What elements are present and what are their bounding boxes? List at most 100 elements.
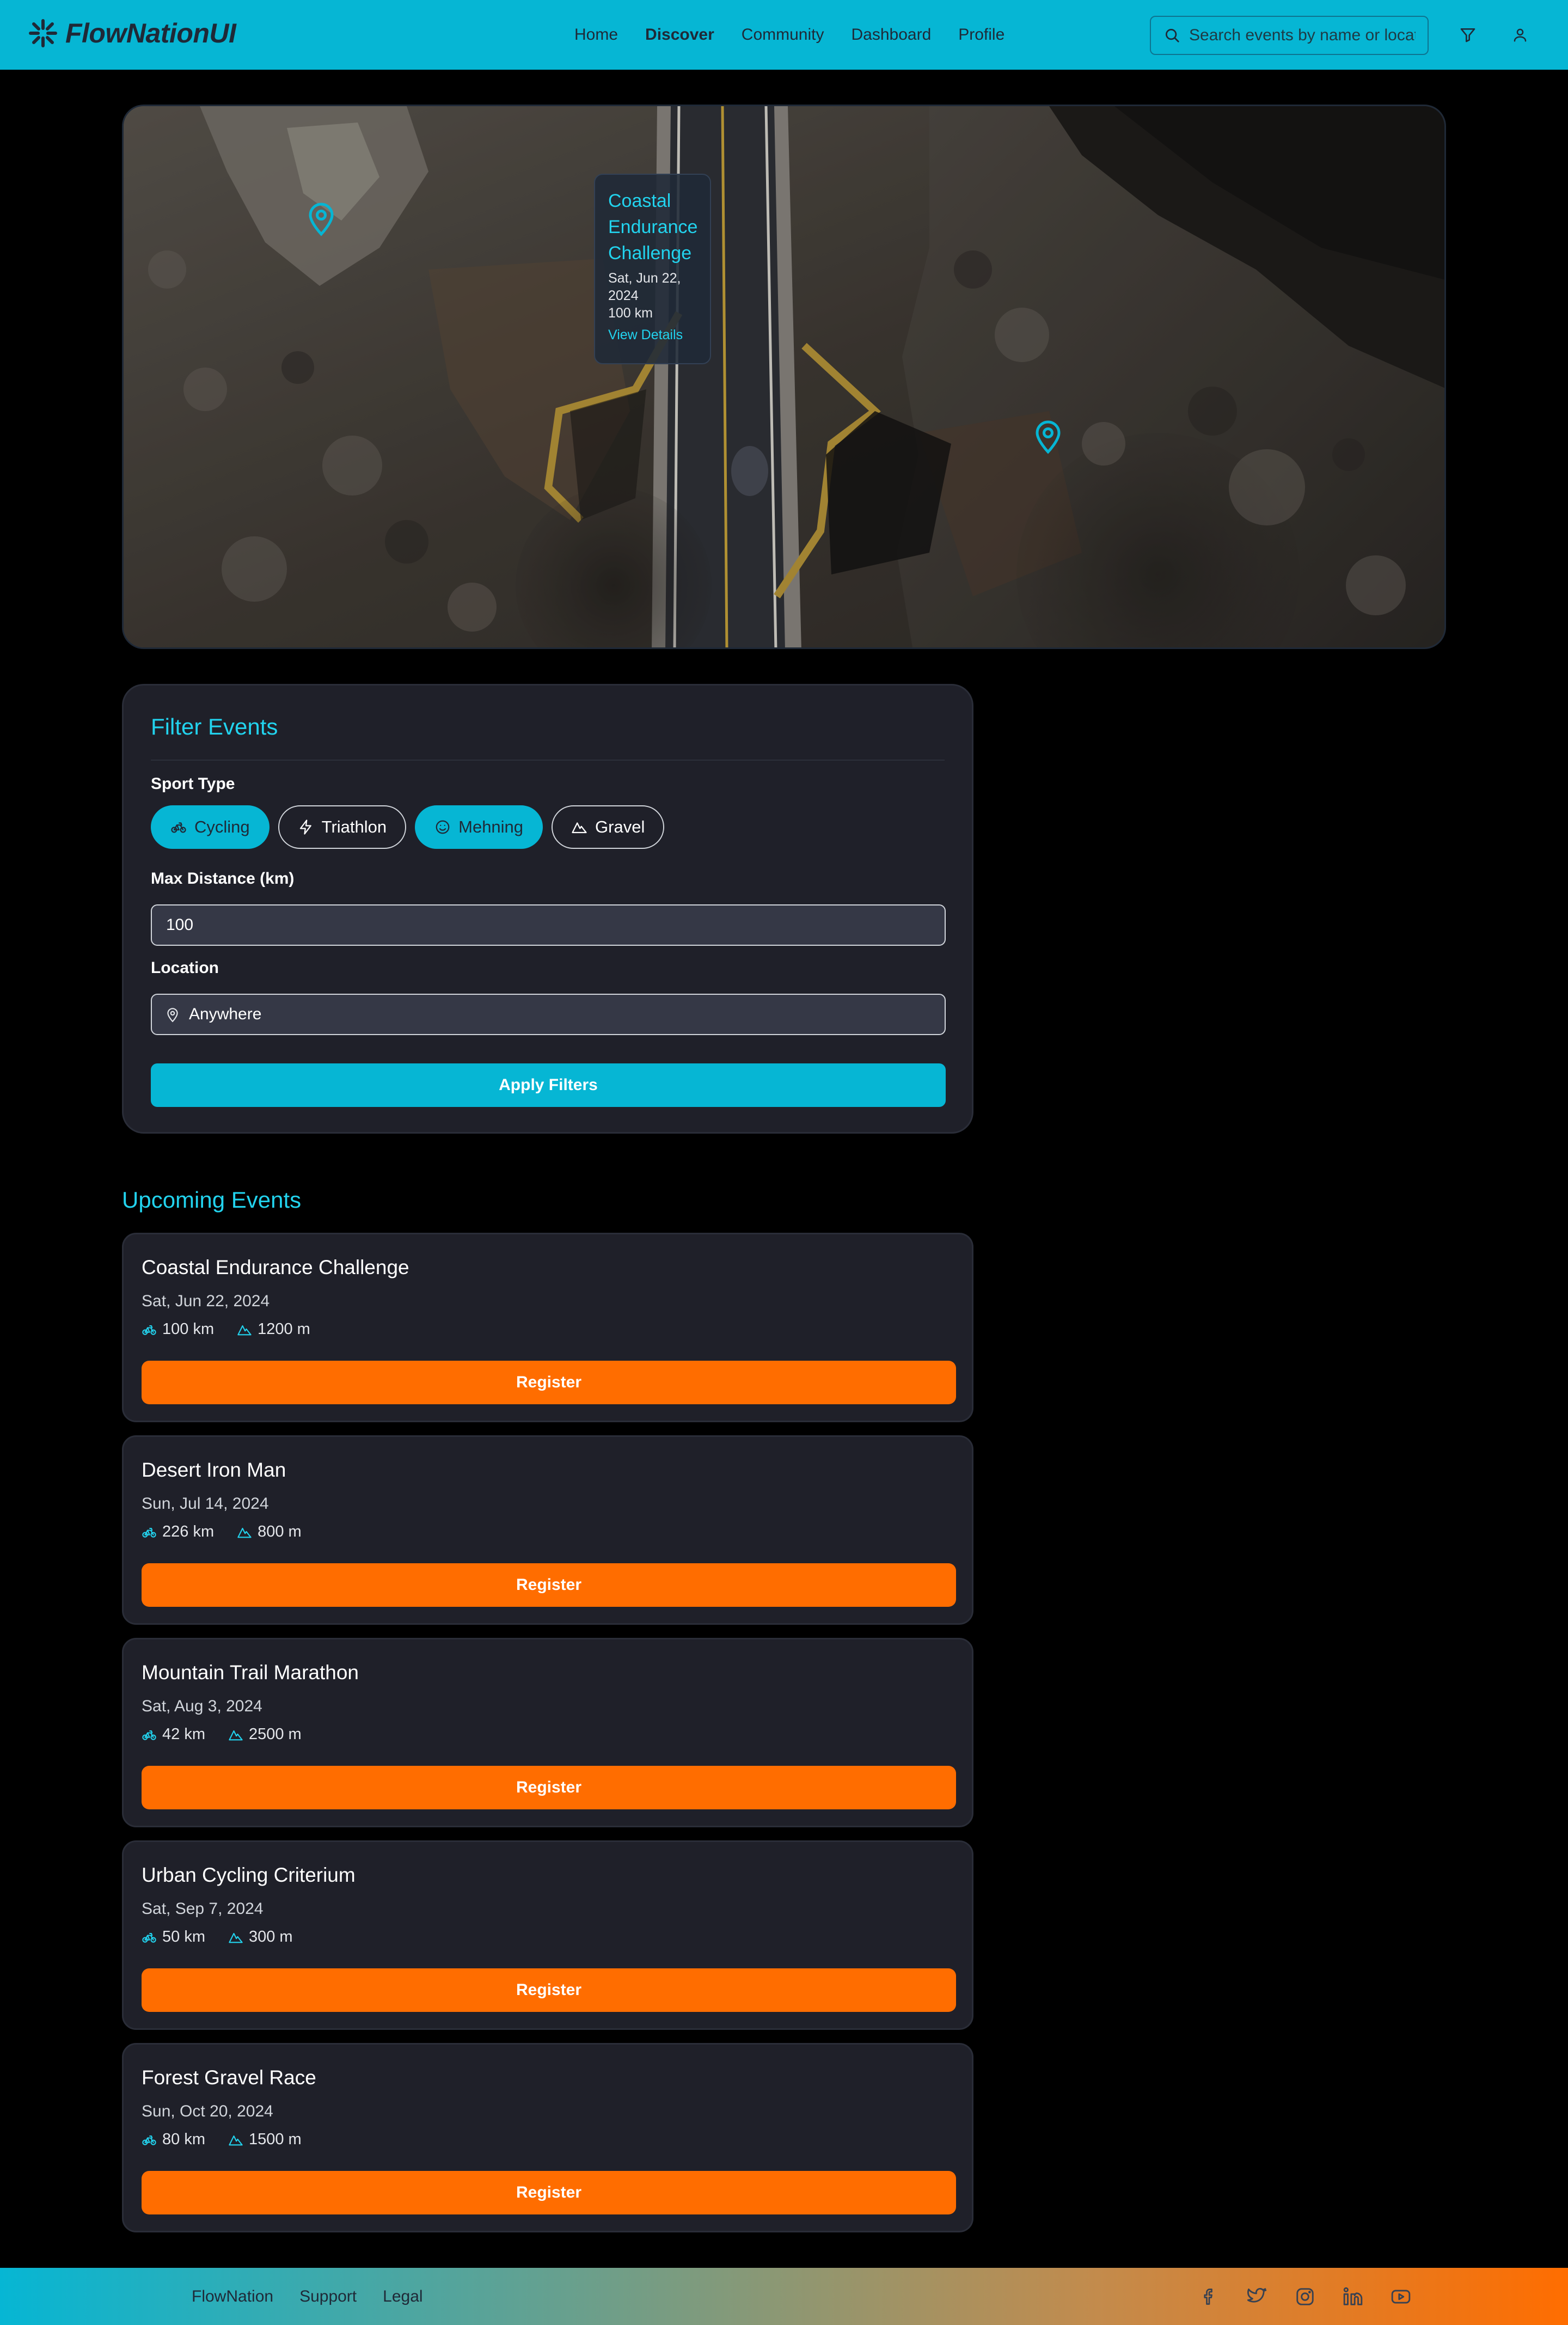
register-button[interactable]: Register (142, 1361, 956, 1404)
footer-links: FlowNation Support Legal (192, 2268, 423, 2325)
youtube-icon[interactable] (1389, 2285, 1412, 2308)
mountain-icon (229, 1730, 243, 1740)
event-distance: 42 km (162, 1726, 205, 1743)
event-date: Sat, Sep 7, 2024 (142, 1900, 264, 1918)
brand-name: FlowNationUI (65, 18, 236, 48)
location-input[interactable] (188, 1005, 896, 1024)
map-pin-icon (167, 1008, 178, 1023)
event-date: Sat, Aug 3, 2024 (142, 1697, 262, 1715)
sport-type-label: Sport Type (151, 775, 235, 793)
nav-home[interactable]: Home (574, 26, 618, 44)
event-date: Sat, Jun 22, 2024 (142, 1292, 270, 1310)
event-distance: 226 km (162, 1523, 215, 1540)
map-marker-pin-icon[interactable] (305, 199, 338, 237)
nav-discover[interactable]: Discover (645, 26, 714, 44)
aerial-map-image (124, 106, 1444, 647)
mountain-icon (229, 1932, 243, 1943)
event-distance: 50 km (162, 1928, 205, 1945)
sport-type-chips: Cycling Triathlon Mehning Gravel (151, 805, 665, 849)
event-elevation: 2500 m (248, 1726, 302, 1743)
chip-label: Cycling (194, 817, 250, 836)
divider (151, 760, 945, 761)
search-input[interactable] (1188, 26, 1417, 45)
bike-icon (142, 1527, 156, 1538)
event-map[interactable]: Coastal Endurance Challenge Sat, Jun 22,… (122, 105, 1446, 649)
footer-link-flownation[interactable]: FlowNation (192, 2287, 273, 2306)
map-marker-pin-icon[interactable] (1032, 417, 1064, 455)
event-stats: 80 km 1500 m (142, 2131, 302, 2149)
brand-logo[interactable]: FlowNationUI (28, 17, 236, 49)
site-footer: FlowNation Support Legal (0, 2268, 1568, 2325)
event-name: Forest Gravel Race (142, 2066, 316, 2089)
event-name: Urban Cycling Criterium (142, 1864, 356, 1886)
popup-title-line: Coastal (608, 191, 671, 211)
apply-filters-button[interactable]: Apply Filters (151, 1063, 946, 1107)
register-button[interactable]: Register (142, 1968, 956, 2012)
bike-icon (142, 2135, 156, 2145)
twitter-icon[interactable] (1246, 2285, 1269, 2308)
search-icon (1166, 29, 1179, 42)
event-card: Coastal Endurance Challenge Sat, Jun 22,… (122, 1233, 973, 1422)
user-account-button[interactable] (1509, 24, 1531, 46)
event-elevation: 1200 m (258, 1320, 310, 1338)
filter-icon (1460, 28, 1475, 42)
mountain-icon (229, 2135, 243, 2145)
event-date: Sun, Jul 14, 2024 (142, 1495, 269, 1513)
footer-link-legal[interactable]: Legal (383, 2287, 422, 2306)
chip-mehning[interactable]: Mehning (415, 805, 543, 849)
chip-label: Mehning (458, 817, 524, 836)
mountain-icon (237, 1325, 252, 1335)
event-name: Coastal Endurance Challenge (142, 1256, 409, 1278)
popup-date-line: 2024 (608, 288, 639, 303)
view-details-link[interactable]: View Details (608, 327, 697, 343)
event-stats: 226 km 800 m (142, 1523, 302, 1541)
upcoming-events-heading: Upcoming Events (122, 1187, 302, 1213)
event-stats: 42 km 2500 m (142, 1726, 302, 1743)
popup-event-title: Coastal Endurance Challenge (608, 188, 697, 266)
mountain-icon (572, 822, 587, 834)
bike-icon (142, 1932, 156, 1943)
register-button[interactable]: Register (142, 1766, 956, 1809)
flow-logo-icon (29, 19, 57, 47)
bike-icon (142, 1325, 156, 1335)
social-links (1198, 2285, 1412, 2308)
nav-profile[interactable]: Profile (958, 26, 1004, 44)
nav-dashboard[interactable]: Dashboard (851, 26, 931, 44)
event-elevation: 800 m (258, 1523, 302, 1540)
popup-event-date: Sat, Jun 22, 2024 (608, 270, 697, 304)
event-card: Forest Gravel Race Sun, Oct 20, 2024 80 … (122, 2043, 973, 2232)
search-box[interactable] (1150, 16, 1429, 55)
chip-gravel[interactable]: Gravel (552, 805, 665, 849)
user-icon (1514, 28, 1527, 42)
chip-cycling[interactable]: Cycling (151, 805, 270, 849)
facebook-icon[interactable] (1198, 2285, 1221, 2308)
event-name: Mountain Trail Marathon (142, 1661, 359, 1684)
filter-button[interactable] (1457, 24, 1479, 46)
register-button[interactable]: Register (142, 2171, 956, 2214)
nav-community[interactable]: Community (742, 26, 824, 44)
footer-link-support[interactable]: Support (299, 2287, 357, 2306)
event-date: Sun, Oct 20, 2024 (142, 2102, 273, 2120)
chip-triathlon[interactable]: Triathlon (278, 805, 407, 849)
popup-date-line: Sat, Jun 22, (608, 271, 681, 286)
event-card: Desert Iron Man Sun, Jul 14, 2024 226 km… (122, 1435, 973, 1625)
event-stats: 100 km 1200 m (142, 1320, 310, 1338)
top-navbar: FlowNationUI Home Discover Community Das… (0, 0, 1568, 70)
location-label: Location (151, 959, 219, 977)
max-distance-field[interactable] (151, 904, 946, 946)
popup-title-line: Challenge (608, 243, 692, 264)
filter-events-panel: Filter Events Sport Type Cycling Triathl… (122, 684, 973, 1134)
event-distance: 100 km (162, 1320, 215, 1338)
location-field[interactable] (151, 994, 946, 1035)
max-distance-label: Max Distance (km) (151, 870, 295, 888)
event-card: Mountain Trail Marathon Sat, Aug 3, 2024… (122, 1638, 973, 1827)
bike-icon (171, 822, 186, 833)
popup-title-line: Endurance (608, 217, 698, 237)
max-distance-input[interactable] (165, 915, 873, 935)
register-button[interactable]: Register (142, 1563, 956, 1607)
event-stats: 50 km 300 m (142, 1928, 293, 1946)
popup-event-distance: 100 km (608, 305, 653, 321)
linkedin-icon[interactable] (1342, 2285, 1364, 2308)
instagram-icon[interactable] (1294, 2285, 1316, 2308)
event-elevation: 300 m (248, 1928, 293, 1945)
